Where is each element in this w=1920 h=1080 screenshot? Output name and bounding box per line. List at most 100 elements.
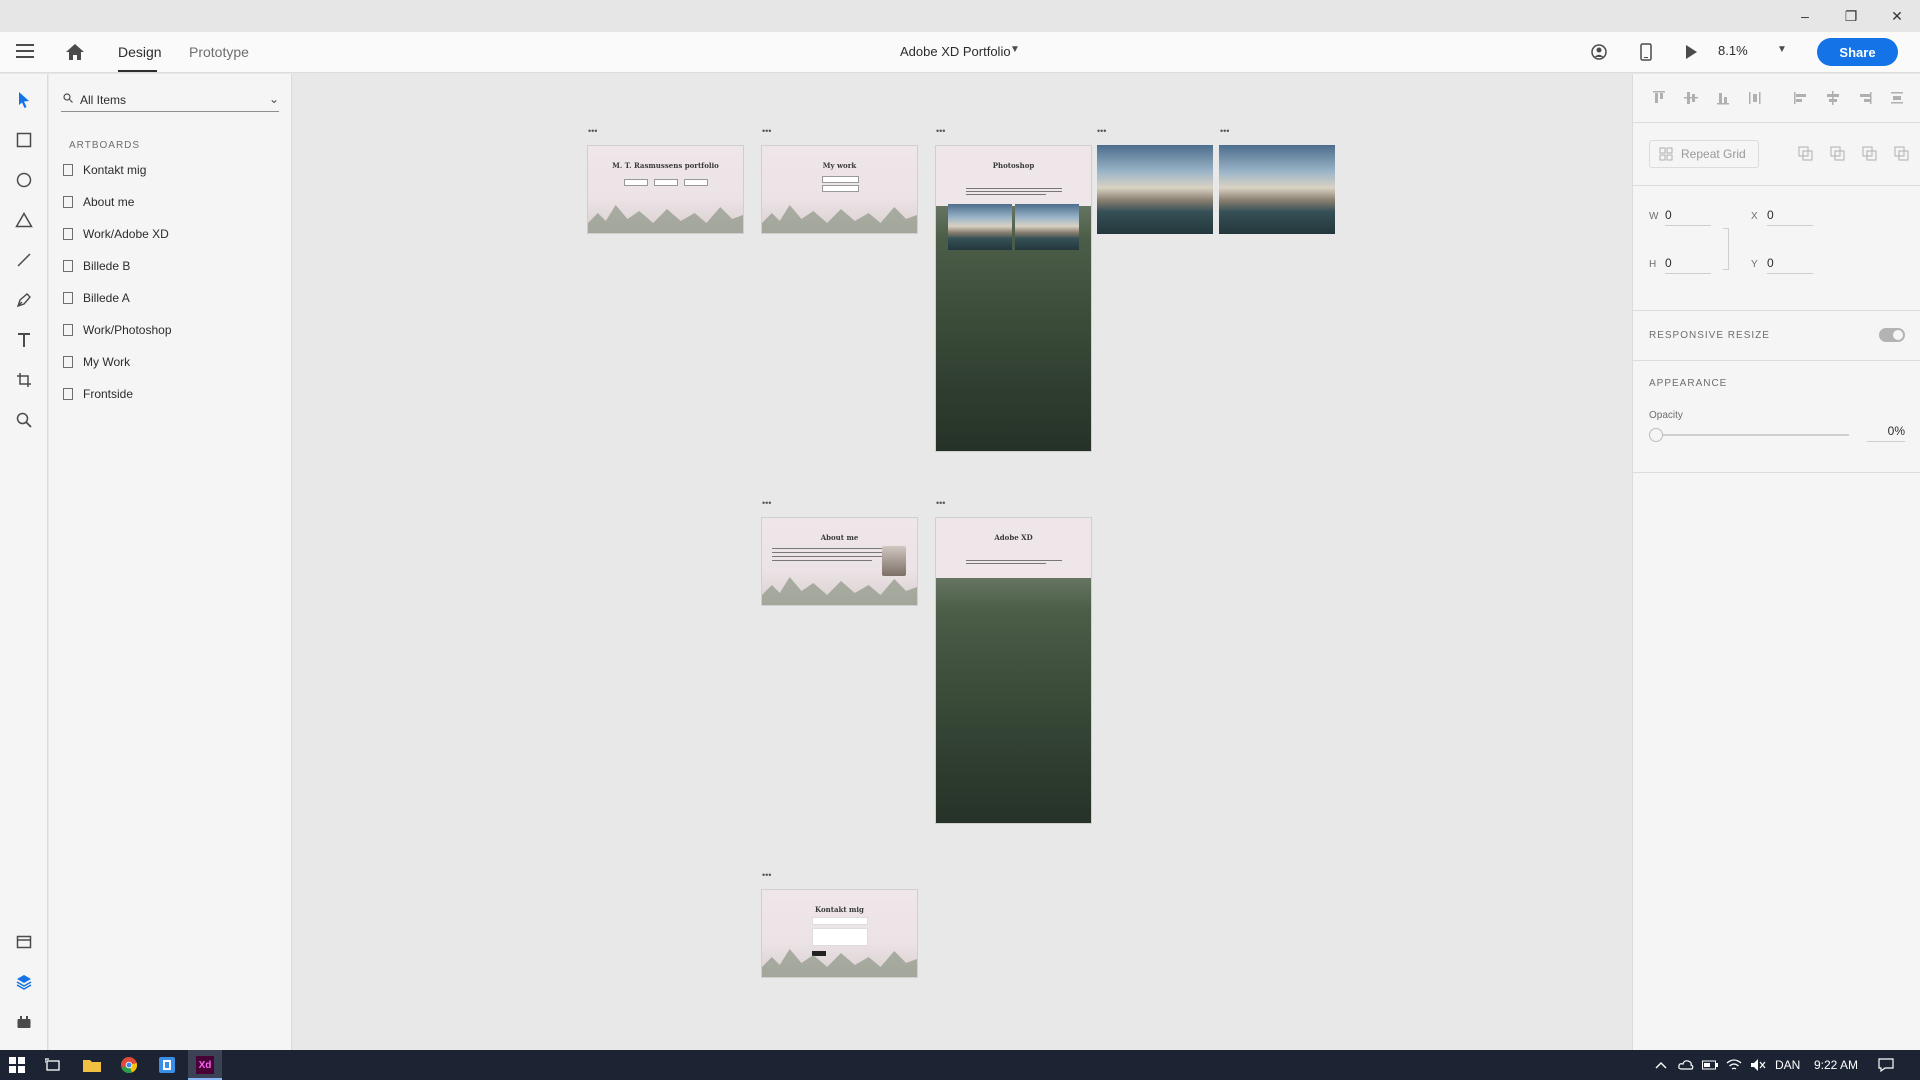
distribute-vertical-icon[interactable] — [1889, 90, 1905, 106]
ellipse-tool-icon[interactable] — [12, 168, 36, 192]
layer-label: Billede A — [83, 291, 130, 305]
assets-panel-icon[interactable] — [12, 930, 36, 954]
design-canvas[interactable]: ••• M. T. Rasmussens portfolio ••• My wo… — [293, 74, 1631, 1050]
artboard-billede-b[interactable] — [1219, 145, 1335, 234]
artboard-handle[interactable]: ••• — [936, 498, 945, 508]
lock-aspect-link[interactable] — [1723, 228, 1729, 270]
windows-start-icon[interactable] — [7, 1055, 27, 1075]
y-field[interactable]: 0 — [1767, 256, 1813, 274]
distribute-horizontal-icon[interactable] — [1747, 90, 1763, 106]
document-title[interactable]: Adobe XD Portfolio — [900, 44, 1011, 59]
layers-panel: All Items ⌄ ARTBOARDS Kontakt mig About … — [49, 74, 292, 1050]
height-field[interactable]: 0 — [1665, 256, 1711, 274]
minimize-button[interactable]: – — [1782, 0, 1828, 32]
text-line — [772, 548, 882, 549]
tools-toolbar — [0, 74, 48, 1050]
share-button[interactable]: Share — [1817, 38, 1898, 66]
line-tool-icon[interactable] — [12, 248, 36, 272]
align-bottom-icon[interactable] — [1715, 90, 1731, 106]
zoom-tool-icon[interactable] — [12, 408, 36, 432]
text-tool-icon[interactable] — [12, 328, 36, 352]
taskbar-active-app[interactable]: Xd — [188, 1050, 222, 1080]
align-left-icon[interactable] — [1793, 90, 1809, 106]
plugins-panel-icon[interactable] — [12, 1010, 36, 1034]
outlook-icon[interactable] — [157, 1055, 177, 1075]
artboard-handle[interactable]: ••• — [762, 126, 771, 136]
artboard-icon — [63, 292, 73, 304]
artboard-header — [936, 146, 1091, 206]
input-language[interactable]: DAN — [1775, 1058, 1800, 1072]
volume-mute-icon[interactable] — [1748, 1055, 1768, 1075]
artboard-handle[interactable]: ••• — [1220, 126, 1229, 136]
chrome-icon[interactable] — [119, 1055, 139, 1075]
wifi-icon[interactable] — [1724, 1055, 1744, 1075]
artboard-title: About me — [820, 533, 859, 542]
tab-design[interactable]: Design — [118, 44, 162, 60]
forest-silhouette — [762, 205, 917, 233]
layer-item-my-work[interactable]: My Work — [63, 351, 273, 373]
chevron-down-icon[interactable]: ⌄ — [269, 92, 279, 106]
chevron-down-icon[interactable]: ▼ — [1010, 44, 1020, 55]
artboard-handle[interactable]: ••• — [1097, 126, 1106, 136]
align-center-icon[interactable] — [1825, 90, 1841, 106]
layer-item-billede-a[interactable]: Billede A — [63, 287, 273, 309]
pen-tool-icon[interactable] — [12, 288, 36, 312]
align-top-icon[interactable] — [1651, 90, 1667, 106]
artboard-handle[interactable]: ••• — [936, 126, 945, 136]
artboard-frontside[interactable]: M. T. Rasmussens portfolio — [587, 145, 744, 234]
boolean-add-icon[interactable] — [1798, 146, 1814, 162]
polygon-tool-icon[interactable] — [12, 208, 36, 232]
layer-item-work-photoshop[interactable]: Work/Photoshop — [63, 319, 273, 341]
align-right-icon[interactable] — [1857, 90, 1873, 106]
tab-prototype[interactable]: Prototype — [189, 44, 249, 60]
layer-label: Billede B — [83, 259, 131, 273]
artboard-about-me[interactable]: About me — [761, 517, 918, 606]
height-label: H — [1649, 259, 1657, 270]
opacity-field[interactable]: 0% — [1867, 424, 1905, 442]
opacity-slider-track[interactable] — [1659, 434, 1849, 436]
layers-filter[interactable]: All Items ⌄ — [61, 88, 279, 112]
hamburger-menu-icon[interactable] — [16, 44, 34, 58]
file-explorer-icon[interactable] — [82, 1055, 102, 1075]
artboard-kontakt-mig[interactable]: Kontakt mig — [761, 889, 918, 978]
zoom-chevron-down-icon[interactable]: ▼ — [1777, 44, 1787, 55]
task-view-icon[interactable] — [43, 1055, 63, 1075]
share-user-icon[interactable] — [1589, 42, 1609, 62]
close-button[interactable]: ✕ — [1874, 0, 1920, 32]
artboard-adobe-xd[interactable]: Adobe XD — [935, 517, 1092, 824]
width-field[interactable]: 0 — [1665, 208, 1711, 226]
chevron-up-icon[interactable] — [1651, 1055, 1671, 1075]
opacity-slider-handle[interactable] — [1649, 428, 1663, 442]
artboard-handle[interactable]: ••• — [588, 126, 597, 136]
battery-icon[interactable] — [1700, 1055, 1720, 1075]
boolean-exclude-icon[interactable] — [1894, 146, 1910, 162]
play-icon[interactable] — [1681, 42, 1701, 62]
system-clock[interactable]: 9:22 AM — [1814, 1058, 1858, 1072]
layer-item-work-adobe-xd[interactable]: Work/Adobe XD — [63, 223, 273, 245]
artboard-billede-a[interactable] — [1097, 145, 1213, 234]
artboard-tool-icon[interactable] — [12, 368, 36, 392]
layer-item-about-me[interactable]: About me — [63, 191, 273, 213]
layers-panel-icon[interactable] — [12, 970, 36, 994]
device-preview-icon[interactable] — [1636, 42, 1656, 62]
boolean-subtract-icon[interactable] — [1830, 146, 1846, 162]
align-middle-icon[interactable] — [1683, 90, 1699, 106]
home-icon[interactable] — [64, 42, 86, 62]
x-field[interactable]: 0 — [1767, 208, 1813, 226]
responsive-resize-toggle[interactable] — [1879, 328, 1905, 342]
notifications-icon[interactable] — [1876, 1055, 1896, 1075]
layer-item-kontakt-mig[interactable]: Kontakt mig — [63, 159, 273, 181]
artboard-my-work[interactable]: My work — [761, 145, 918, 234]
boolean-intersect-icon[interactable] — [1862, 146, 1878, 162]
restore-button[interactable]: ❐ — [1828, 0, 1874, 32]
artboard-handle[interactable]: ••• — [762, 870, 771, 880]
layer-item-billede-b[interactable]: Billede B — [63, 255, 273, 277]
select-tool-icon[interactable] — [12, 88, 36, 112]
artboard-handle[interactable]: ••• — [762, 498, 771, 508]
zoom-level[interactable]: 8.1% — [1718, 43, 1748, 58]
rectangle-tool-icon[interactable] — [12, 128, 36, 152]
artboard-photoshop[interactable]: Photoshop — [935, 145, 1092, 452]
repeat-grid-button[interactable]: Repeat Grid — [1649, 140, 1759, 168]
cloud-icon[interactable] — [1676, 1055, 1696, 1075]
layer-item-frontside[interactable]: Frontside — [63, 383, 273, 405]
